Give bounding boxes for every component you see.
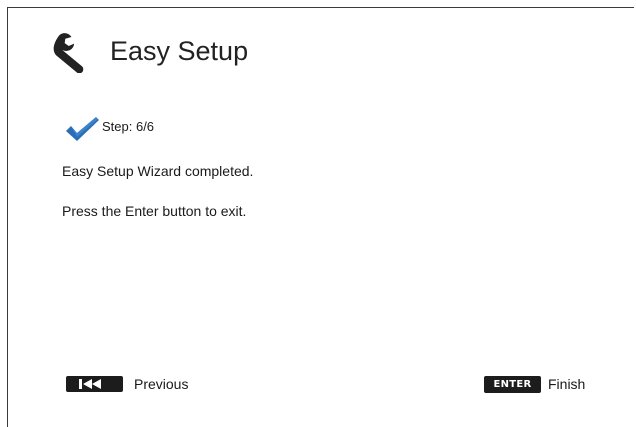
finish-label: Finish [548, 376, 586, 392]
previous-button[interactable] [66, 376, 123, 392]
previous-label: Previous [134, 376, 189, 392]
wrench-icon [53, 33, 84, 73]
skip-back-icon [79, 379, 101, 389]
instruction-message: Press the Enter button to exit. [62, 203, 247, 219]
checkmark-icon [66, 117, 99, 141]
finish-button[interactable]: ENTER [484, 376, 541, 393]
step-indicator: Step: 6/6 [102, 119, 155, 134]
completion-message: Easy Setup Wizard completed. [62, 163, 254, 179]
page-title: Easy Setup [110, 36, 249, 66]
